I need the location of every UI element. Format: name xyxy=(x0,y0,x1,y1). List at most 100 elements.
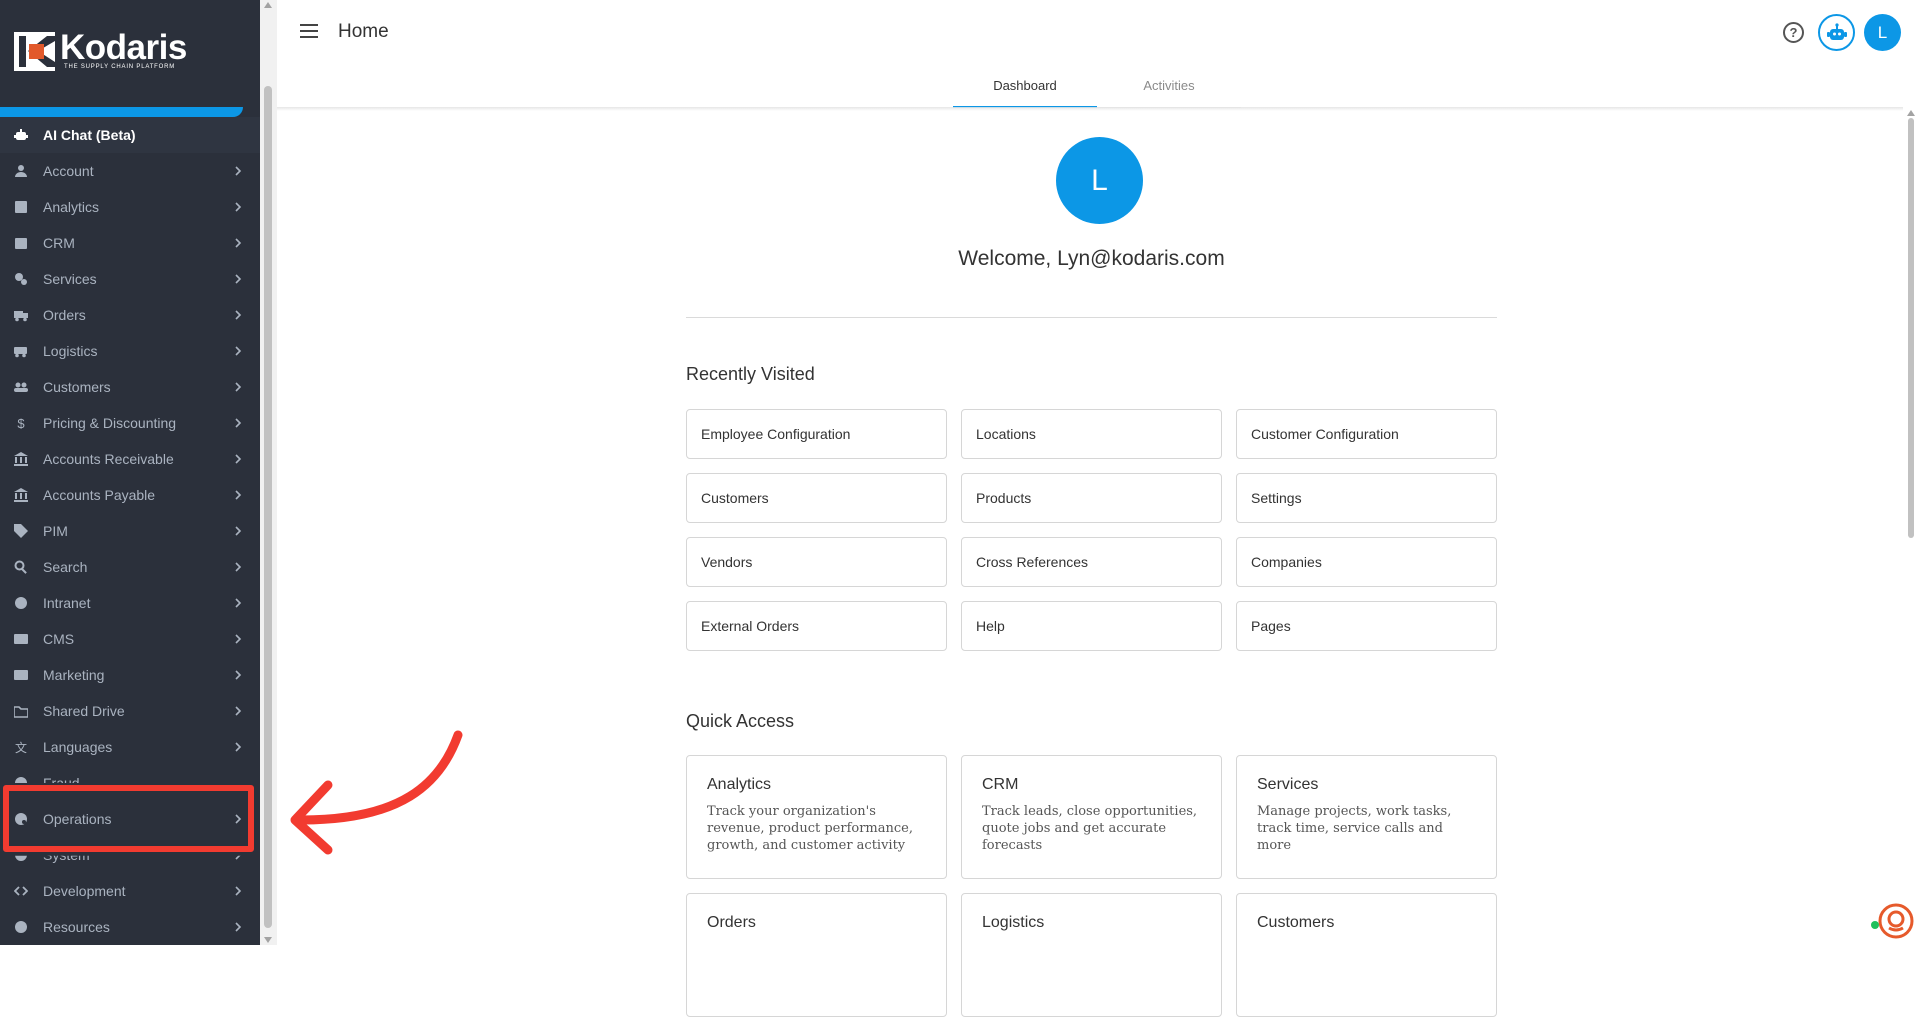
quick-access-card-logistics[interactable]: Logistics xyxy=(961,893,1222,1017)
sidebar-item-accounts-receivable[interactable]: Accounts Receivable xyxy=(0,441,260,477)
chevron-right-icon xyxy=(234,704,242,718)
truck-icon xyxy=(14,308,28,322)
sidebar-item-search[interactable]: Search xyxy=(0,549,260,585)
sidebar-item-marketing[interactable]: Marketing xyxy=(0,657,260,693)
card-title: Analytics xyxy=(707,776,772,793)
card-title: Orders xyxy=(707,914,756,931)
card-description: Track your organization's revenue, produ… xyxy=(707,804,913,853)
recent-link[interactable]: Companies xyxy=(1236,537,1497,587)
quick-access-card-crm[interactable]: CRM Track leads, close opportunities, qu… xyxy=(961,755,1222,879)
window-icon xyxy=(14,632,28,646)
sidebar-item-system[interactable]: System xyxy=(0,837,260,873)
chevron-right-icon xyxy=(234,236,242,250)
quick-access-card-services[interactable]: Services Manage projects, work tasks, tr… xyxy=(1236,755,1497,879)
main-area: Home ? L Dashboard Activities L Welcome,… xyxy=(277,0,1920,1017)
sidebar-item-label: AI Chat (Beta) xyxy=(43,127,136,143)
quick-access-card-orders[interactable]: Orders xyxy=(686,893,947,1017)
folder-icon xyxy=(14,704,28,718)
welcome-message: Welcome, Lyn@kodaris.com xyxy=(958,247,1225,270)
palette-icon xyxy=(14,812,28,826)
chevron-right-icon xyxy=(234,272,242,286)
sidebar-scrollbar[interactable] xyxy=(260,0,277,945)
recent-link[interactable]: External Orders xyxy=(686,601,947,651)
chevron-right-icon xyxy=(234,740,242,754)
brand-name: Kodaris xyxy=(60,28,187,67)
sidebar-item-crm[interactable]: CRM xyxy=(0,225,260,261)
sidebar-item-label: Accounts Payable xyxy=(43,487,156,503)
sidebar-item-accounts-payable[interactable]: Accounts Payable xyxy=(0,477,260,513)
dollar-icon: $ xyxy=(17,415,25,431)
globe-icon xyxy=(14,596,28,610)
sidebar-item-logistics[interactable]: Logistics xyxy=(0,333,260,369)
chevron-right-icon xyxy=(234,632,242,646)
sidebar-item-label: CRM xyxy=(43,235,75,251)
code-icon xyxy=(14,884,28,898)
chat-widget-icon[interactable] xyxy=(1877,902,1915,940)
sidebar-item-orders[interactable]: Orders xyxy=(0,297,260,333)
recent-link[interactable]: Pages xyxy=(1236,601,1497,651)
sidebar: Kodaris THE SUPPLY CHAIN PLATFORM AI Cha… xyxy=(0,0,260,945)
sidebar-item-label: System xyxy=(43,847,90,863)
menu-icon[interactable] xyxy=(300,24,318,38)
sidebar-item-cms[interactable]: CMS xyxy=(0,621,260,657)
scroll-down-arrow-icon[interactable] xyxy=(264,937,272,943)
recent-link[interactable]: Customers xyxy=(686,473,947,523)
robot-icon xyxy=(1826,22,1847,40)
tab-activities[interactable]: Activities xyxy=(1097,70,1241,108)
chevron-right-icon xyxy=(234,855,242,862)
profile-avatar: L xyxy=(1056,137,1143,224)
sidebar-item-languages[interactable]: 文 Languages xyxy=(0,729,260,765)
sidebar-item-customers[interactable]: Customers xyxy=(0,369,260,405)
chevron-right-icon xyxy=(234,668,242,682)
scroll-up-arrow-icon[interactable] xyxy=(1907,110,1915,116)
ai-assistant-button[interactable] xyxy=(1818,14,1855,51)
header-shadow xyxy=(277,107,1903,111)
sidebar-item-intranet[interactable]: Intranet xyxy=(0,585,260,621)
sidebar-item-ai-chat[interactable]: AI Chat (Beta) xyxy=(0,117,260,153)
sidebar-item-label: Operations xyxy=(43,811,112,827)
sidebar-item-services[interactable]: Services xyxy=(0,261,260,297)
sidebar-item-pim[interactable]: PIM xyxy=(0,513,260,549)
sidebar-item-account[interactable]: Account xyxy=(0,153,260,189)
main-scrollbar[interactable] xyxy=(1903,108,1920,945)
sidebar-item-label: Services xyxy=(43,271,97,287)
card-title: CRM xyxy=(982,776,1019,793)
sidebar-item-fraud[interactable]: Fraud xyxy=(0,765,260,801)
tab-dashboard[interactable]: Dashboard xyxy=(953,70,1097,108)
logo-accent-bar xyxy=(0,107,243,117)
sidebar-item-shared-drive[interactable]: Shared Drive xyxy=(0,693,260,729)
recent-link[interactable]: Locations xyxy=(961,409,1222,459)
recent-link[interactable]: Employee Configuration xyxy=(686,409,947,459)
sidebar-item-pricing[interactable]: $ Pricing & Discounting xyxy=(0,405,260,441)
recent-link[interactable]: Help xyxy=(961,601,1222,651)
chevron-right-icon xyxy=(234,560,242,574)
sidebar-item-analytics[interactable]: Analytics xyxy=(0,189,260,225)
card-description: Track leads, close opportunities, quote … xyxy=(982,804,1198,853)
sidebar-item-resources[interactable]: Resources xyxy=(0,909,260,945)
quick-access-card-analytics[interactable]: Analytics Track your organization's reve… xyxy=(686,755,947,879)
bank-icon xyxy=(14,452,28,466)
sidebar-item-label: Orders xyxy=(43,307,86,323)
main-scroll-thumb[interactable] xyxy=(1908,118,1914,538)
robot-icon xyxy=(14,128,28,142)
recently-visited-grid: Employee Configuration Locations Custome… xyxy=(686,409,1497,651)
scroll-up-arrow-icon[interactable] xyxy=(264,2,272,8)
quick-access-card-customers[interactable]: Customers xyxy=(1236,893,1497,1017)
recent-link[interactable]: Vendors xyxy=(686,537,947,587)
sidebar-scroll-thumb[interactable] xyxy=(264,86,272,928)
sidebar-nav: AI Chat (Beta) Account Analytics CRM Ser… xyxy=(0,117,260,945)
sidebar-item-operations[interactable]: Operations xyxy=(0,801,260,837)
recent-link[interactable]: Settings xyxy=(1236,473,1497,523)
user-avatar[interactable]: L xyxy=(1864,14,1901,51)
sidebar-item-label: Customers xyxy=(43,379,111,395)
recent-link[interactable]: Products xyxy=(961,473,1222,523)
logo[interactable]: Kodaris THE SUPPLY CHAIN PLATFORM xyxy=(0,0,260,117)
recent-link[interactable]: Cross References xyxy=(961,537,1222,587)
sidebar-item-label: Shared Drive xyxy=(43,703,125,719)
chevron-right-icon xyxy=(234,524,242,538)
sidebar-item-development[interactable]: Development xyxy=(0,873,260,909)
recent-link[interactable]: Customer Configuration xyxy=(1236,409,1497,459)
help-icon[interactable]: ? xyxy=(1783,22,1804,43)
contact-card-icon xyxy=(14,236,28,250)
sidebar-item-label: CMS xyxy=(43,631,75,647)
